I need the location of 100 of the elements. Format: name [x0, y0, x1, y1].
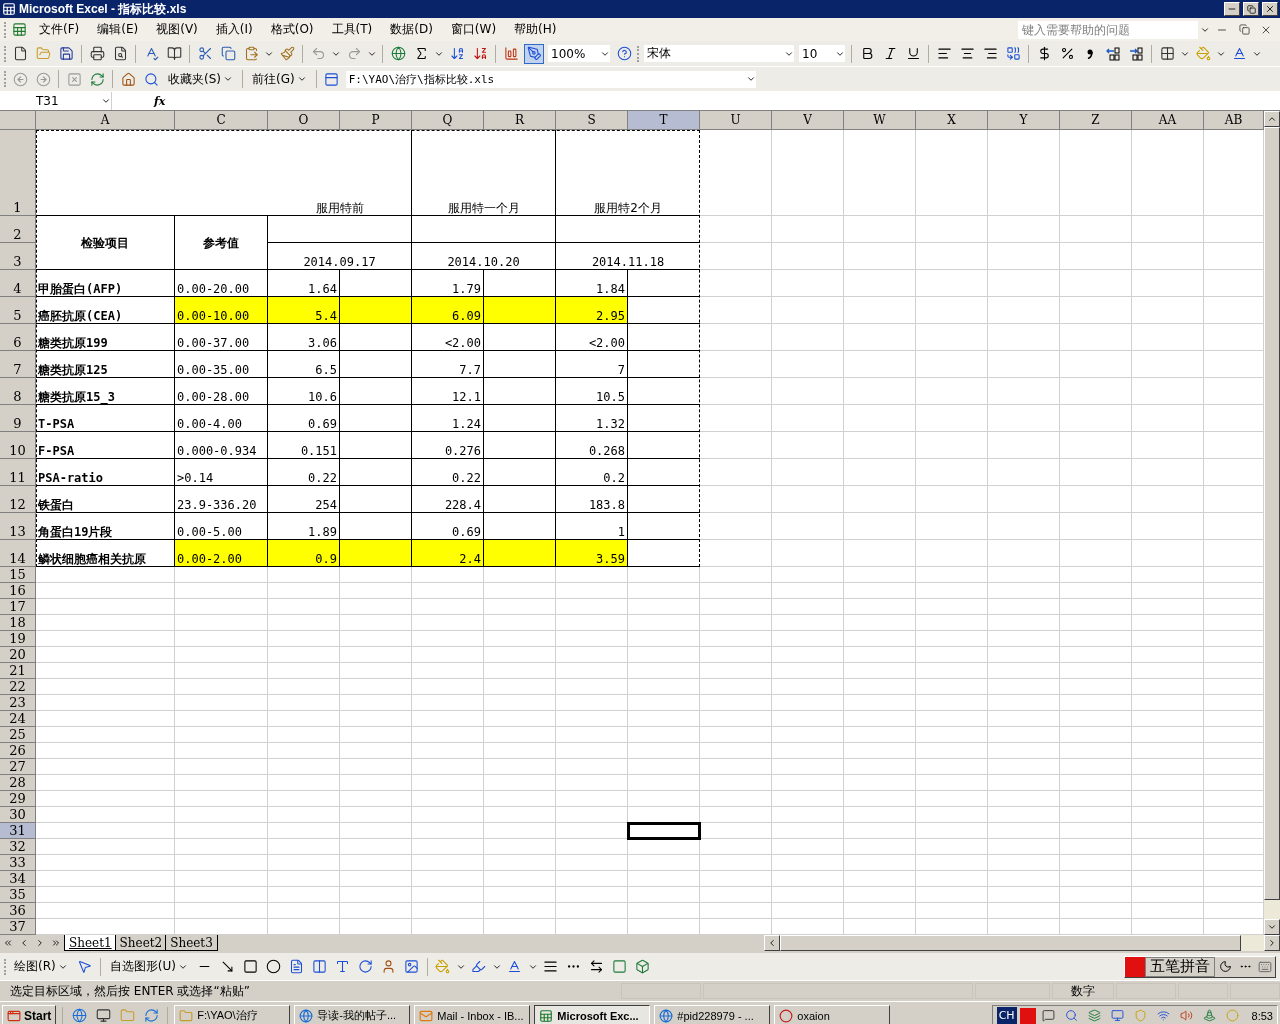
search-icon[interactable]: [143, 71, 159, 87]
ime-logo-icon[interactable]: [1125, 956, 1145, 977]
menu-item[interactable]: 文件(F): [31, 19, 88, 40]
column-header[interactable]: Z: [1060, 111, 1132, 130]
last-sheet-icon[interactable]: [51, 938, 61, 948]
row-header[interactable]: 27: [0, 759, 36, 775]
status-tray-icon[interactable]: [1203, 1009, 1217, 1022]
new-document-icon[interactable]: [12, 46, 28, 61]
minimize-button[interactable]: [1224, 2, 1240, 16]
save-icon[interactable]: [58, 46, 74, 61]
network-tray-icon[interactable]: [1088, 1009, 1102, 1022]
borders-icon[interactable]: [1159, 46, 1175, 61]
row-header[interactable]: 19: [0, 631, 36, 647]
row-header[interactable]: 37: [0, 919, 36, 935]
hyperlink-icon[interactable]: [390, 46, 406, 61]
sort-ascending-icon[interactable]: [449, 46, 465, 61]
align-right-icon[interactable]: [982, 46, 998, 61]
volume-icon[interactable]: [1180, 1009, 1194, 1022]
home-icon[interactable]: [120, 71, 136, 87]
row-header[interactable]: 10: [0, 432, 36, 459]
clip-art-icon[interactable]: [381, 959, 397, 974]
row-header[interactable]: 5: [0, 297, 36, 324]
taskbar-button[interactable]: Microsoft Exc...: [534, 1004, 651, 1024]
font-color-icon[interactable]: [1231, 46, 1247, 61]
menu-item[interactable]: 窗口(W): [442, 19, 505, 40]
input-method-label[interactable]: 五笔拼音: [1145, 956, 1215, 977]
print-icon[interactable]: [89, 46, 105, 61]
fill-color-icon[interactable]: [1195, 46, 1211, 61]
format-painter-icon[interactable]: [279, 46, 295, 61]
percent-icon[interactable]: [1059, 46, 1075, 61]
column-header[interactable]: P: [340, 111, 412, 130]
row-header[interactable]: 1: [0, 130, 36, 216]
scroll-up-button[interactable]: [1264, 111, 1280, 127]
favorites-menu[interactable]: 收藏夹(S): [164, 70, 237, 88]
row-header[interactable]: 14: [0, 540, 36, 567]
restore-button[interactable]: [1243, 2, 1259, 16]
arrow-style-icon[interactable]: [589, 959, 605, 974]
row-header[interactable]: 24: [0, 711, 36, 727]
draw-menu[interactable]: 绘图(R): [10, 958, 72, 975]
display-tray-icon[interactable]: [1111, 1009, 1125, 1022]
menu-item[interactable]: 格式(O): [262, 19, 322, 40]
help-icon[interactable]: [616, 46, 632, 61]
underline-icon[interactable]: [905, 46, 921, 61]
row-header[interactable]: 4: [0, 270, 36, 297]
row-header[interactable]: 23: [0, 695, 36, 711]
column-header[interactable]: U: [700, 111, 772, 130]
column-header[interactable]: R: [484, 111, 556, 130]
go-menu[interactable]: 前往(G): [248, 70, 311, 88]
select-objects-icon[interactable]: [77, 959, 93, 974]
taskbar-button[interactable]: Mail - Inbox - IB...: [414, 1004, 531, 1024]
row-header[interactable]: 16: [0, 583, 36, 599]
previous-sheet-icon[interactable]: [19, 938, 29, 948]
start-button[interactable]: Start: [2, 1004, 57, 1024]
row-header[interactable]: 35: [0, 887, 36, 903]
column-header[interactable]: A: [36, 111, 175, 130]
sheet-tab[interactable]: Sheet1: [64, 935, 117, 951]
italic-icon[interactable]: [882, 46, 898, 61]
font-combo[interactable]: 宋体: [643, 44, 795, 63]
row-header[interactable]: 17: [0, 599, 36, 615]
taskbar-button[interactable]: F:\YAO\治疗: [174, 1004, 291, 1024]
sheet-tab[interactable]: Sheet2: [114, 935, 168, 951]
row-header[interactable]: 6: [0, 324, 36, 351]
column-header[interactable]: X: [916, 111, 988, 130]
row-header[interactable]: 13: [0, 513, 36, 540]
search-tray-icon[interactable]: [1065, 1009, 1079, 1022]
row-header[interactable]: 34: [0, 871, 36, 887]
horizontal-scrollbar-thumb[interactable]: [780, 935, 1242, 951]
taskbar-button[interactable]: 导读-我的帖子...: [294, 1004, 411, 1024]
menu-item[interactable]: 数据(D): [382, 19, 441, 40]
row-header[interactable]: 2: [0, 216, 36, 243]
vertical-text-box-icon[interactable]: [312, 959, 328, 974]
diagram-icon[interactable]: [358, 959, 374, 974]
cut-icon[interactable]: [197, 46, 213, 61]
active-cell-selection[interactable]: [627, 822, 701, 840]
text-box-icon[interactable]: [289, 959, 305, 974]
column-header[interactable]: Q: [412, 111, 484, 130]
menu-item[interactable]: 视图(V): [148, 19, 206, 40]
row-header[interactable]: 30: [0, 807, 36, 823]
drawing-icon[interactable]: [526, 46, 542, 61]
half-width-icon[interactable]: [1218, 960, 1232, 973]
print-preview-icon[interactable]: [112, 46, 128, 61]
row-header[interactable]: 25: [0, 727, 36, 743]
row-header[interactable]: 20: [0, 647, 36, 663]
language-indicator[interactable]: CH: [996, 1007, 1017, 1024]
workbook-icon[interactable]: [11, 22, 27, 37]
scroll-right-button[interactable]: [1264, 935, 1280, 951]
line-style-icon[interactable]: [543, 959, 559, 974]
sheet-tab[interactable]: Sheet3: [165, 935, 218, 951]
menu-item[interactable]: 插入(I): [207, 19, 261, 40]
scroll-down-button[interactable]: [1264, 919, 1280, 935]
close-button[interactable]: [1262, 2, 1278, 16]
row-header[interactable]: 18: [0, 615, 36, 631]
column-header[interactable]: AB: [1204, 111, 1264, 130]
row-header[interactable]: 32: [0, 839, 36, 855]
oval-icon[interactable]: [266, 959, 282, 974]
first-sheet-icon[interactable]: [3, 938, 13, 948]
taskbar-button[interactable]: #pid228979 - ...: [654, 1004, 771, 1024]
merge-center-icon[interactable]: [1005, 46, 1021, 61]
row-header[interactable]: 11: [0, 459, 36, 486]
scroll-left-button[interactable]: [764, 935, 780, 951]
